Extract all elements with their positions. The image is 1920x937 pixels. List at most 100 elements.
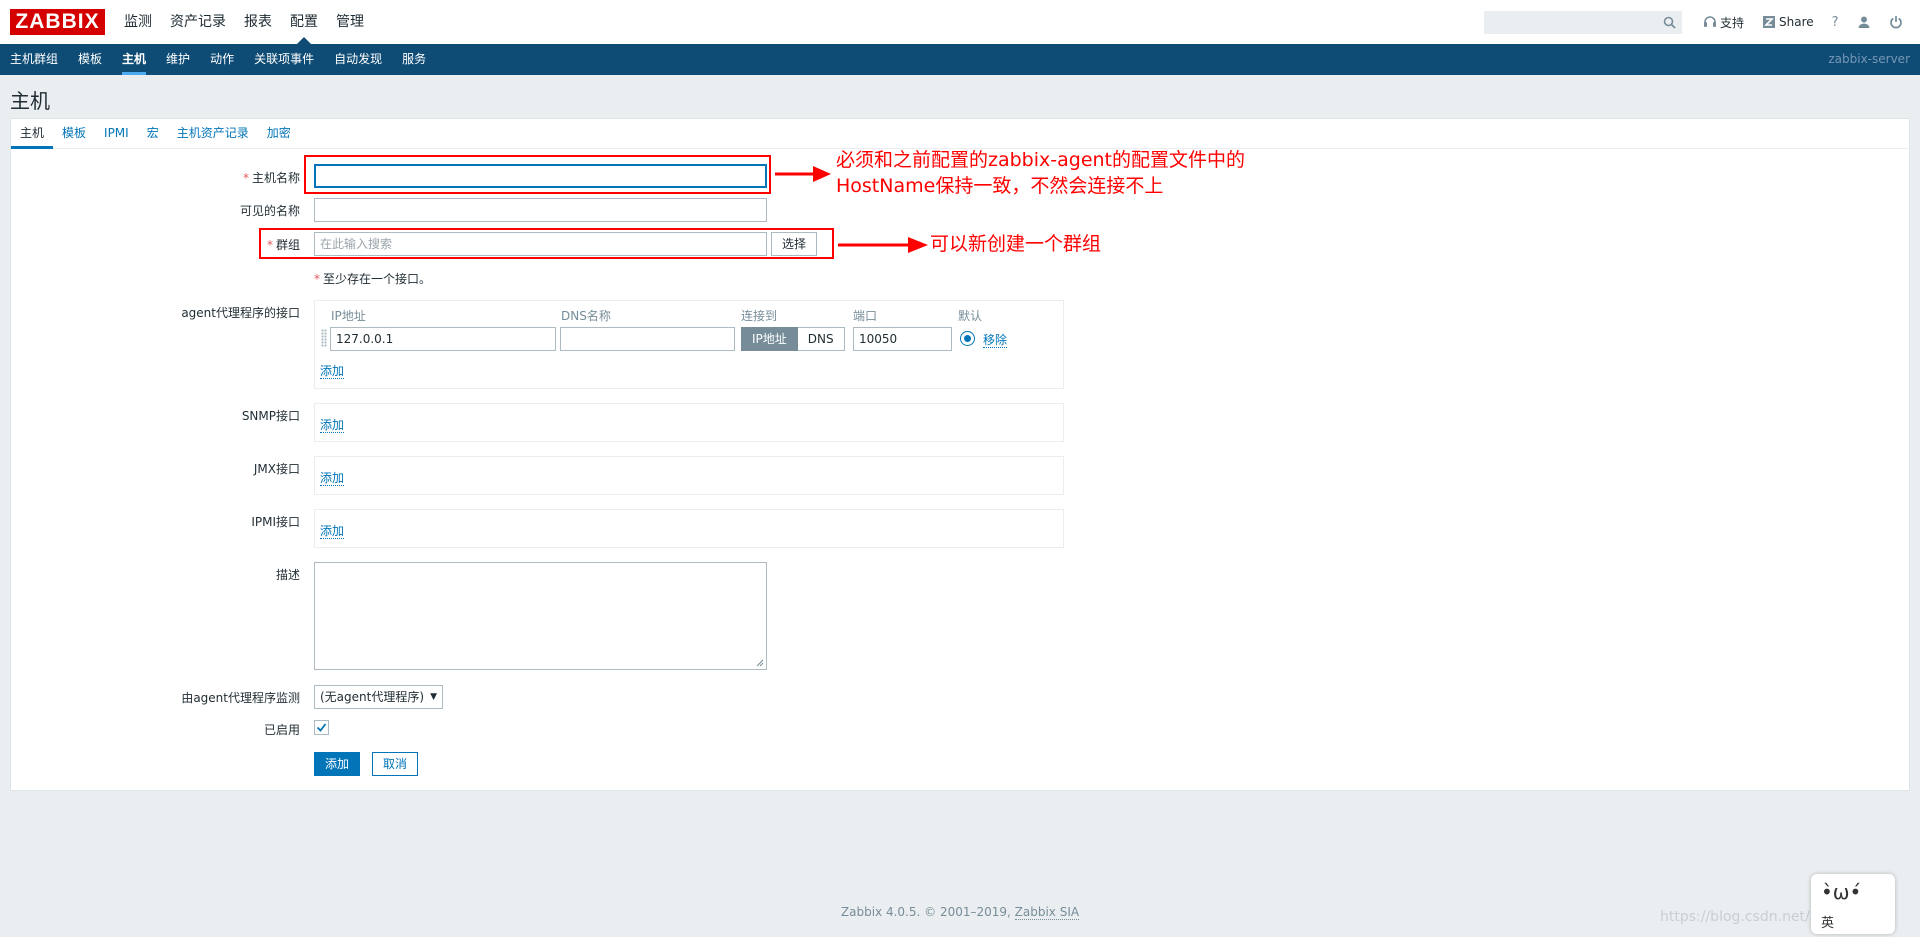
tab-host[interactable]: 主机 bbox=[11, 119, 54, 149]
default-interface-radio[interactable] bbox=[960, 331, 975, 346]
top-header: ZABBIX 监测 资产记录 报表 配置 管理 支持 Share ? bbox=[0, 0, 1920, 44]
subnav-templates[interactable]: 模板 bbox=[68, 44, 112, 75]
agent-dns-input[interactable] bbox=[560, 327, 735, 351]
footer-sia-link[interactable]: Zabbix SIA bbox=[1014, 905, 1080, 920]
interface-required-note: * 至少存在一个接口。 bbox=[314, 272, 432, 286]
connect-dns-button[interactable]: DNS bbox=[797, 327, 845, 351]
add-ipmi-interface-link[interactable]: 添加 bbox=[320, 524, 345, 539]
visible-name-input[interactable] bbox=[314, 198, 767, 222]
subnav-services[interactable]: 服务 bbox=[392, 44, 436, 75]
mascot-label: 英 bbox=[1821, 916, 1835, 931]
annotation-note-groups: 可以新创建一个群组 bbox=[930, 233, 1102, 255]
annotation-box-hostname bbox=[304, 155, 771, 194]
remove-wrapper: 移除 bbox=[983, 331, 1008, 348]
mascot-face-icon: •̀ω•́ bbox=[1821, 880, 1862, 904]
agent-interfaces-label: agent代理程序的接口 bbox=[181, 306, 300, 320]
form-tabs: 主机 模板 IPMI 宏 主机资产记录 加密 bbox=[11, 119, 1909, 149]
resize-grip-icon[interactable] bbox=[756, 659, 764, 667]
dropdown-arrow-icon: ▼ bbox=[430, 692, 438, 702]
header-utilities: 支持 Share ? bbox=[1694, 0, 1912, 44]
header-connect: 连接到 bbox=[741, 309, 778, 323]
tab-ipmi[interactable]: IPMI bbox=[95, 119, 138, 148]
proxy-label: 由agent代理程序监测 bbox=[181, 691, 300, 705]
snmp-interfaces-label: SNMP接口 bbox=[241, 409, 300, 423]
server-name: zabbix-server bbox=[1828, 52, 1910, 66]
add-snmp-wrapper: 添加 bbox=[320, 416, 345, 433]
add-agent-interface-link[interactable]: 添加 bbox=[320, 364, 345, 379]
agent-ip-input[interactable]: 127.0.0.1 bbox=[330, 327, 556, 351]
add-snmp-interface-link[interactable]: 添加 bbox=[320, 418, 345, 433]
annotation-box-groups bbox=[259, 228, 834, 259]
add-agent-wrapper: 添加 bbox=[320, 362, 345, 379]
annotation-note-hostname: 必须和之前配置的zabbix-agent的配置文件中的 HostName保持一致… bbox=[836, 147, 1245, 199]
annotation-arrow-2 bbox=[838, 237, 928, 253]
tab-encryption[interactable]: 加密 bbox=[258, 119, 300, 148]
mascot-widget[interactable]: •̀ω•́ 英 bbox=[1811, 874, 1895, 934]
subnav-actions[interactable]: 动作 bbox=[200, 44, 244, 75]
snmp-interfaces-box: 添加 bbox=[314, 403, 1064, 442]
checkmark-icon bbox=[316, 723, 327, 732]
logout-link[interactable] bbox=[1880, 0, 1912, 44]
support-link[interactable]: 支持 bbox=[1694, 0, 1753, 44]
annotation-note-line2: HostName保持一致，不然会连接不上 bbox=[836, 175, 1164, 197]
nav-inventory[interactable]: 资产记录 bbox=[161, 0, 235, 44]
jmx-interfaces-box: 添加 bbox=[314, 456, 1064, 495]
tab-templates[interactable]: 模板 bbox=[53, 119, 95, 148]
help-icon: ? bbox=[1831, 14, 1839, 30]
enabled-label: 已启用 bbox=[263, 723, 300, 737]
add-jmx-interface-link[interactable]: 添加 bbox=[320, 471, 345, 486]
description-textarea[interactable] bbox=[314, 562, 767, 670]
subnav-discovery[interactable]: 自动发现 bbox=[324, 44, 392, 75]
page-title: 主机 bbox=[10, 91, 50, 113]
annotation-arrow-1 bbox=[775, 166, 831, 182]
visible-name-label: 可见的名称 bbox=[239, 204, 300, 218]
header-port: 端口 bbox=[853, 309, 878, 323]
nav-monitoring[interactable]: 监测 bbox=[115, 0, 161, 44]
proxy-select[interactable]: (无agent代理程序) ▼ bbox=[314, 685, 444, 709]
agent-port-input[interactable]: 10050 bbox=[853, 327, 952, 351]
drag-handle-icon[interactable] bbox=[321, 329, 327, 347]
footer: Zabbix 4.0.5. © 2001–2019, Zabbix SIA bbox=[0, 905, 1920, 920]
host-name-label: * 主机名称 bbox=[242, 171, 300, 185]
proxy-select-value: (无agent代理程序) bbox=[320, 690, 425, 704]
sub-nav: 主机群组 模板 主机 维护 动作 关联项事件 自动发现 服务 zabbix-se… bbox=[0, 44, 1920, 75]
zabbix-logo[interactable]: ZABBIX bbox=[10, 9, 105, 35]
share-label: Share bbox=[1779, 15, 1814, 29]
add-jmx-wrapper: 添加 bbox=[320, 469, 345, 486]
main-nav: 监测 资产记录 报表 配置 管理 bbox=[115, 0, 373, 44]
subnav-maintenance[interactable]: 维护 bbox=[156, 44, 200, 75]
share-link[interactable]: Share bbox=[1753, 0, 1823, 44]
ipmi-interfaces-box: 添加 bbox=[314, 509, 1064, 548]
search-icon[interactable] bbox=[1663, 16, 1676, 29]
description-label: 描述 bbox=[275, 568, 300, 582]
agent-interfaces-box: IP地址 DNS名称 连接到 端口 默认 127.0.0.1 IP地址 DNS … bbox=[314, 300, 1064, 389]
user-icon bbox=[1858, 16, 1870, 28]
add-ipmi-wrapper: 添加 bbox=[320, 522, 345, 539]
host-form-panel: 主机 模板 IPMI 宏 主机资产记录 加密 * 主机名称 可见的名称 * 群组 在… bbox=[10, 118, 1910, 791]
nav-reports[interactable]: 报表 bbox=[235, 0, 281, 44]
ipmi-interfaces-label: IPMI接口 bbox=[251, 515, 300, 529]
nav-administration[interactable]: 管理 bbox=[327, 0, 373, 44]
zabbix-share-icon bbox=[1763, 16, 1776, 28]
help-link[interactable]: ? bbox=[1823, 0, 1848, 44]
profile-link[interactable] bbox=[1848, 0, 1880, 44]
power-icon bbox=[1889, 16, 1902, 29]
tab-macros[interactable]: 宏 bbox=[138, 119, 168, 148]
subnav-host-groups[interactable]: 主机群组 bbox=[0, 44, 68, 75]
cancel-button[interactable]: 取消 bbox=[372, 752, 419, 776]
header-ip: IP地址 bbox=[331, 309, 366, 323]
add-host-button[interactable]: 添加 bbox=[314, 752, 361, 776]
subnav-hosts[interactable]: 主机 bbox=[112, 44, 156, 75]
annotation-note-line1: 必须和之前配置的zabbix-agent的配置文件中的 bbox=[836, 149, 1246, 171]
tab-inventory[interactable]: 主机资产记录 bbox=[168, 119, 258, 148]
header-dns: DNS名称 bbox=[561, 309, 611, 323]
search-box bbox=[1484, 11, 1682, 34]
nav-configuration[interactable]: 配置 bbox=[281, 0, 327, 44]
connect-to-toggle: IP地址 DNS bbox=[741, 327, 845, 351]
subnav-event-correlation[interactable]: 关联项事件 bbox=[244, 44, 324, 75]
remove-interface-link[interactable]: 移除 bbox=[983, 333, 1008, 348]
enabled-checkbox[interactable] bbox=[314, 720, 329, 735]
search-input[interactable] bbox=[1485, 12, 1655, 33]
footer-copyright: Zabbix 4.0.5. © 2001–2019, bbox=[840, 905, 1015, 919]
connect-ip-button[interactable]: IP地址 bbox=[741, 327, 798, 351]
